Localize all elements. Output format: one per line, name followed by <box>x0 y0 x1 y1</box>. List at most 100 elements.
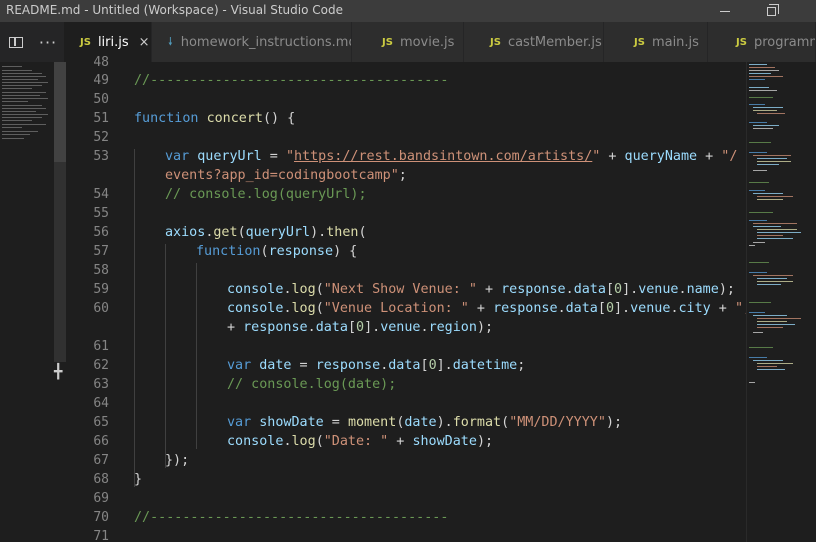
token: "/ <box>721 149 738 164</box>
token: console <box>227 434 284 449</box>
tab-programm[interactable]: JS programm <box>708 22 816 62</box>
token: venue <box>630 301 671 316</box>
code-line-60-wrap: + response.data[0].venue.region); <box>227 320 493 335</box>
code-line-53: var queryUrl = "https://rest.bandsintown… <box>165 149 737 164</box>
token: "Date: " <box>323 434 389 449</box>
minimap-graphic <box>749 64 801 383</box>
token: ]. <box>614 301 631 316</box>
code-line-65: var showDate = moment(date).format("MM/D… <box>227 415 622 430</box>
token: data <box>315 320 348 335</box>
token: () { <box>263 111 296 126</box>
code-line-49: //------------------------------------- <box>134 73 449 88</box>
window-title: README.md - Untitled (Workspace) - Visua… <box>6 3 343 17</box>
line-number: 49 <box>93 73 109 88</box>
minimap[interactable] <box>746 62 816 542</box>
token: . <box>678 282 687 297</box>
token: venue <box>380 320 421 335</box>
indent-guide <box>196 263 197 449</box>
line-number: 71 <box>93 529 109 542</box>
token: " <box>285 149 294 164</box>
token: function <box>196 244 261 259</box>
left-editor-overview <box>0 62 54 542</box>
token: response <box>243 320 308 335</box>
token: . <box>283 282 292 297</box>
maximize-button[interactable] <box>748 0 794 22</box>
token: region <box>428 320 477 335</box>
token: date <box>404 415 437 430</box>
more-actions-button[interactable]: ··· <box>32 22 64 62</box>
tab-main-js[interactable]: JS main.js <box>604 22 708 62</box>
line-number: 51 <box>93 111 109 126</box>
token: city <box>678 301 711 316</box>
token: var <box>227 358 252 373</box>
token: ( <box>315 282 324 297</box>
line-number: 54 <box>93 187 109 202</box>
token: . <box>670 301 679 316</box>
token: [ <box>597 301 606 316</box>
code-line-70: //------------------------------------- <box>134 510 449 525</box>
line-number: 55 <box>93 206 109 221</box>
token: + <box>710 301 735 316</box>
line-number: 58 <box>93 263 109 278</box>
line-number: 69 <box>93 491 109 506</box>
token: moment <box>347 415 397 430</box>
code-editor[interactable]: //------------------------------------- … <box>134 62 746 542</box>
token: 0 <box>356 320 365 335</box>
token: axios <box>165 225 206 240</box>
code-line-63: // console.log(date); <box>227 377 397 392</box>
split-editor-button[interactable] <box>0 22 32 62</box>
token: ", " <box>734 301 746 316</box>
indent-guide <box>134 149 135 487</box>
tab-movie-js[interactable]: JS movie.js <box>352 22 464 62</box>
left-minimap-graphic <box>2 66 48 139</box>
token: ); <box>605 415 623 430</box>
token: showDate <box>259 415 324 430</box>
token: format <box>452 415 502 430</box>
token: . <box>565 282 574 297</box>
line-number: 63 <box>93 377 109 392</box>
token: = <box>261 149 286 164</box>
close-icon[interactable]: × <box>139 35 150 50</box>
token: [ <box>347 320 356 335</box>
token: events?app_id=codingbootcamp" <box>165 168 399 183</box>
token: ]. <box>364 320 381 335</box>
token: showDate <box>412 434 477 449</box>
token: ); <box>476 434 494 449</box>
line-number: 48 <box>93 55 109 70</box>
token: ( <box>315 301 324 316</box>
token: then <box>326 225 359 240</box>
token: response <box>268 244 334 259</box>
token: + <box>600 149 625 164</box>
minimize-icon <box>720 10 730 12</box>
token: function <box>134 111 199 126</box>
code-line-57: function(response) { <box>196 244 357 259</box>
token: var <box>165 149 190 164</box>
token: . <box>307 320 316 335</box>
minimize-button[interactable] <box>702 0 748 22</box>
line-number: 61 <box>93 339 109 354</box>
token: + <box>227 320 244 335</box>
token: + <box>468 301 494 316</box>
split-editor-icon <box>9 36 23 48</box>
token: queryName <box>624 149 698 164</box>
tab-label: homework_instructions.md <box>180 34 352 50</box>
scrollbar-track[interactable] <box>54 162 66 362</box>
tab-castmember-js[interactable]: JS castMember.js <box>464 22 604 62</box>
tab-label: main.js <box>651 34 699 50</box>
tab-homework-instructions-md[interactable]: 🠗 homework_instructions.md <box>152 22 352 62</box>
token: ]. <box>436 358 453 373</box>
token: data <box>565 301 598 316</box>
tab-label: castMember.js <box>507 34 602 50</box>
token: response <box>315 358 381 373</box>
code-line-67: }); <box>165 453 190 468</box>
url-link[interactable]: https://rest.bandsintown.com/artists/ <box>294 149 592 164</box>
token: get <box>213 225 238 240</box>
scrollbar-thumb[interactable] <box>54 62 66 162</box>
token: ); <box>718 282 735 297</box>
token: 0 <box>428 358 437 373</box>
token: + <box>476 282 502 297</box>
token: ) { <box>333 244 358 259</box>
line-number: 60 <box>93 301 109 316</box>
token: ( <box>501 415 510 430</box>
resize-handle-icon[interactable]: ╋ <box>54 364 62 380</box>
